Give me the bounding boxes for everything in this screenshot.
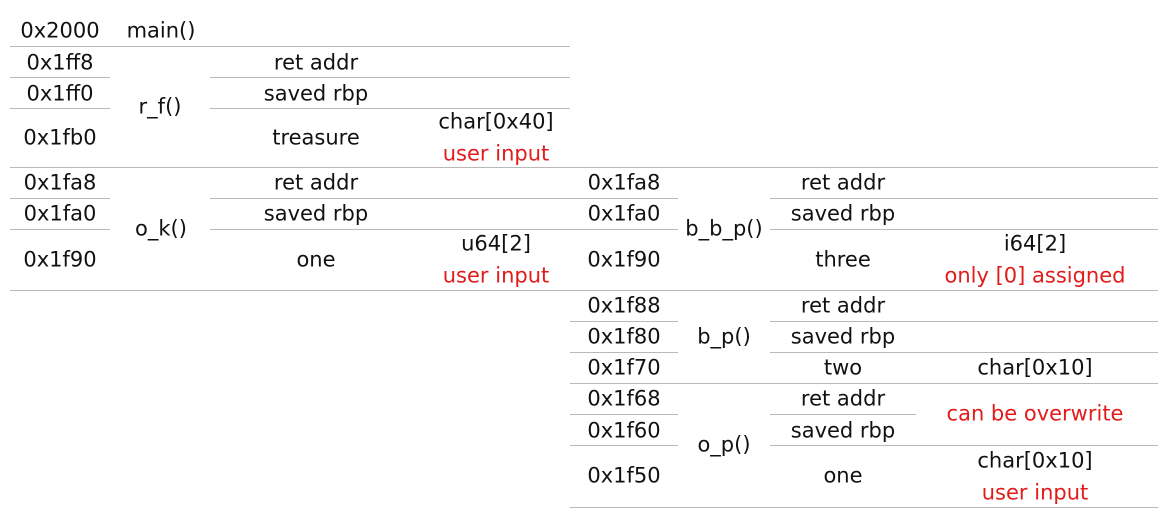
addr-label: 0x1ff0 bbox=[26, 81, 94, 106]
slot-name: one bbox=[296, 247, 336, 272]
type-label: char[0x10] bbox=[977, 355, 1093, 380]
overwrite-note: can be overwrite bbox=[946, 401, 1124, 426]
type-label: char[0x40] bbox=[438, 109, 554, 134]
row-divider bbox=[10, 198, 110, 199]
row-divider bbox=[570, 198, 678, 199]
slot-name: saved rbp bbox=[790, 324, 896, 349]
func-label: o_p() bbox=[697, 432, 751, 457]
slot-name: saved rbp bbox=[790, 201, 896, 226]
slot-name: ret addr bbox=[273, 170, 359, 195]
slot-name: ret addr bbox=[800, 293, 886, 318]
row-divider bbox=[10, 229, 110, 230]
slot-name: two bbox=[823, 355, 863, 380]
addr-label: 0x1f68 bbox=[587, 386, 661, 411]
addr-label: 0x1f90 bbox=[23, 247, 97, 272]
slot-name: ret addr bbox=[800, 386, 886, 411]
addr-label: 0x1f60 bbox=[587, 418, 661, 443]
row-divider bbox=[10, 167, 1158, 168]
addr-label: 0x1f50 bbox=[587, 463, 661, 488]
slot-name: one bbox=[823, 463, 863, 488]
row-divider bbox=[770, 414, 916, 415]
assignment-note: only [0] assigned bbox=[944, 263, 1126, 288]
row-divider bbox=[10, 108, 110, 109]
row-divider bbox=[570, 321, 678, 322]
main-func-label: main() bbox=[126, 18, 196, 43]
type-label: char[0x10] bbox=[977, 448, 1093, 473]
row-divider bbox=[210, 229, 570, 230]
row-divider bbox=[770, 445, 1158, 446]
slot-name: saved rbp bbox=[263, 201, 369, 226]
row-divider bbox=[10, 77, 110, 78]
row-divider bbox=[770, 352, 1158, 353]
slot-name: three bbox=[815, 247, 871, 272]
addr-label: 0x1f80 bbox=[587, 324, 661, 349]
row-divider bbox=[570, 352, 678, 353]
row-divider bbox=[770, 229, 1158, 230]
type-label: i64[2] bbox=[1003, 231, 1067, 256]
func-label: r_f() bbox=[138, 94, 182, 119]
slot-name: ret addr bbox=[800, 170, 886, 195]
addr-label: 0x1fa8 bbox=[587, 170, 661, 195]
user-input-note: user input bbox=[981, 480, 1089, 505]
row-divider bbox=[770, 198, 1158, 199]
addr-label: 0x1fa0 bbox=[587, 201, 661, 226]
row-divider bbox=[570, 229, 678, 230]
addr-label: 0x1f90 bbox=[587, 247, 661, 272]
row-divider bbox=[770, 321, 1158, 322]
row-divider bbox=[570, 445, 678, 446]
row-divider bbox=[570, 414, 678, 415]
row-divider bbox=[570, 507, 1158, 508]
addr-label: 0x1ff8 bbox=[26, 50, 94, 75]
func-label: o_k() bbox=[135, 216, 187, 241]
addr-label: 0x1fb0 bbox=[23, 125, 97, 150]
row-divider bbox=[210, 77, 570, 78]
row-divider bbox=[10, 290, 1158, 291]
func-label: b_p() bbox=[697, 324, 751, 349]
slot-name: saved rbp bbox=[263, 81, 369, 106]
main-addr: 0x2000 bbox=[20, 18, 100, 43]
func-label: b_b_p() bbox=[685, 216, 763, 241]
addr-label: 0x1fa8 bbox=[23, 170, 97, 195]
user-input-note: user input bbox=[442, 263, 550, 288]
row-divider bbox=[10, 46, 570, 47]
addr-label: 0x1fa0 bbox=[23, 201, 97, 226]
slot-name: treasure bbox=[272, 125, 360, 150]
addr-label: 0x1f70 bbox=[587, 355, 661, 380]
slot-name: saved rbp bbox=[790, 418, 896, 443]
addr-label: 0x1f88 bbox=[587, 293, 661, 318]
user-input-note: user input bbox=[442, 141, 550, 166]
row-divider bbox=[210, 198, 570, 199]
row-divider bbox=[570, 383, 1158, 384]
slot-name: ret addr bbox=[273, 50, 359, 75]
type-label: u64[2] bbox=[461, 231, 531, 256]
